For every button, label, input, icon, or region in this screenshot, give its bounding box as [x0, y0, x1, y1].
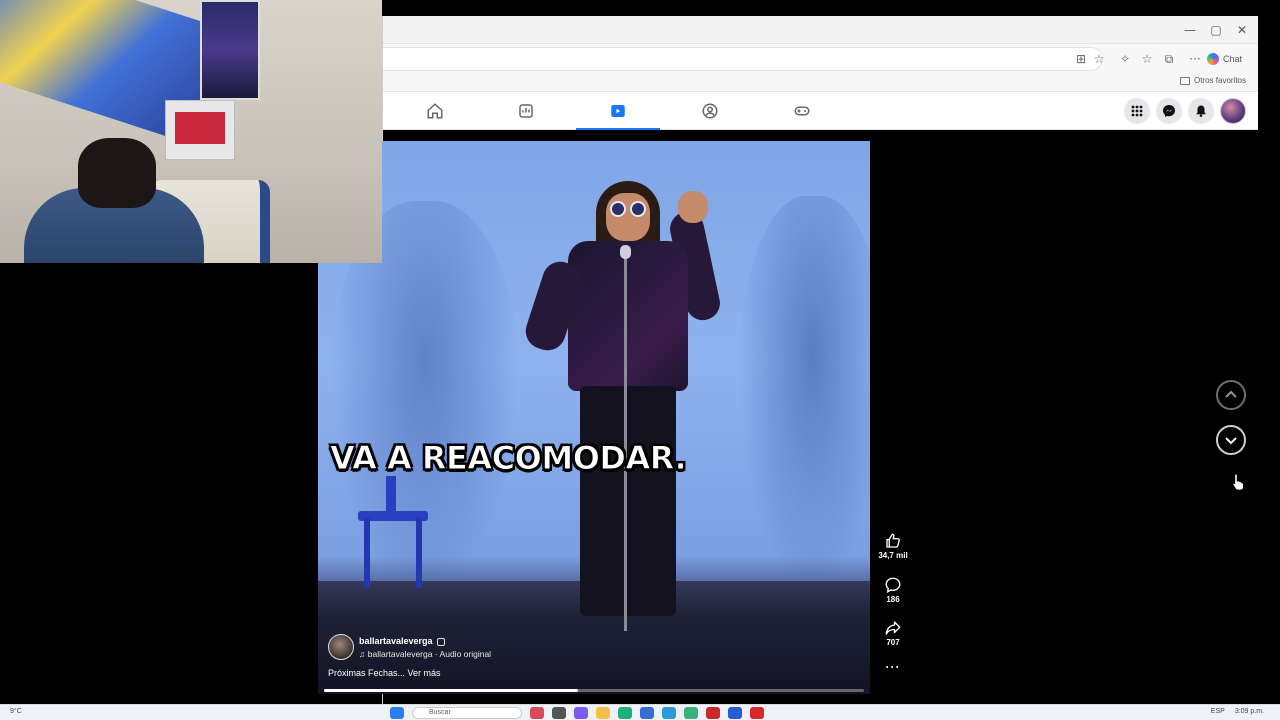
- tab-home[interactable]: [393, 92, 477, 130]
- language-indicator[interactable]: ESP: [1211, 708, 1225, 715]
- chevron-down-icon: [1225, 437, 1237, 445]
- favorites-bar: Otros favoritos: [383, 74, 1258, 92]
- copilot-button[interactable]: Chat: [1206, 50, 1242, 68]
- more-options-button[interactable]: ···: [877, 660, 909, 674]
- video-progress-bar[interactable]: [324, 689, 864, 692]
- address-bar: ⊞ ☆ ✧ ☆ ⧉ ··· Chat: [383, 44, 1258, 74]
- clock[interactable]: 3:09 p.m.: [1235, 708, 1264, 715]
- stage-shadow: [738, 196, 870, 596]
- store-icon: [519, 104, 533, 118]
- thumbs-up-icon: [886, 533, 900, 548]
- next-reel-button[interactable]: [1216, 425, 1246, 455]
- restore-button[interactable]: ▢: [1208, 22, 1224, 38]
- share-count: 707: [886, 638, 900, 647]
- wall-poster: [200, 0, 260, 100]
- gamepad-icon: [794, 106, 810, 116]
- tab-groups[interactable]: [668, 92, 752, 130]
- task-view-icon[interactable]: [552, 707, 566, 719]
- copilot-label: Chat: [1222, 54, 1242, 64]
- webcam-overlay: [0, 0, 382, 263]
- bell-icon: [1196, 105, 1206, 117]
- streamer-head: [78, 138, 156, 208]
- file-explorer-icon[interactable]: [596, 707, 610, 719]
- performer: [521, 181, 728, 681]
- more-menu-icon[interactable]: ···: [1187, 51, 1203, 67]
- share-icon: [885, 621, 901, 635]
- taskbar: 9°C Buscar ESP 3:09 p.m.: [0, 704, 1280, 720]
- app-icon[interactable]: [530, 707, 544, 719]
- other-favorites-label: Otros favoritos: [1193, 76, 1246, 85]
- comment-icon: [885, 577, 901, 594]
- app-icon[interactable]: [728, 707, 742, 719]
- app-available-icon[interactable]: ⊞: [1073, 51, 1089, 67]
- channel-avatar[interactable]: [328, 634, 354, 660]
- edge-icon[interactable]: [618, 707, 632, 719]
- extensions-icon[interactable]: ✧: [1117, 51, 1133, 67]
- video-progress-fill: [324, 689, 578, 692]
- stool: [358, 476, 428, 588]
- video-icon: [611, 105, 625, 117]
- follow-icon[interactable]: [436, 637, 445, 646]
- system-tray: ESP 3:09 p.m.: [1211, 708, 1264, 715]
- comment-count: 186: [886, 595, 900, 604]
- mail-icon[interactable]: [706, 707, 720, 719]
- groups-icon: [702, 103, 718, 119]
- app-icon[interactable]: [750, 707, 764, 719]
- previous-reel-button[interactable]: [1216, 380, 1246, 410]
- profile-icon[interactable]: [1163, 50, 1179, 66]
- store-app-icon[interactable]: [640, 707, 654, 719]
- taskbar-search[interactable]: Buscar: [412, 707, 522, 719]
- menu-button[interactable]: [1124, 98, 1150, 124]
- favorites-icon[interactable]: ☆: [1139, 51, 1155, 67]
- like-count: 34,7 mil: [878, 551, 908, 560]
- url-input[interactable]: [383, 47, 1103, 71]
- minimize-button[interactable]: —: [1182, 22, 1198, 38]
- copilot-app-icon[interactable]: [574, 707, 588, 719]
- desktop: — ▢ ✕ ⊞ ☆ ✧ ☆ ⧉ ··· Chat Otros favoritos: [0, 0, 1280, 720]
- start-icon[interactable]: [390, 707, 404, 719]
- copilot-icon: [1206, 53, 1219, 65]
- facebook-navbar: [383, 92, 1258, 131]
- tab-gaming[interactable]: [760, 92, 844, 130]
- grid-menu-icon: [1131, 105, 1143, 117]
- folder-icon: [1179, 76, 1190, 85]
- messenger-button[interactable]: [1156, 98, 1182, 124]
- reel-video[interactable]: VA A REACOMODAR. ballartavaleverga ♫ bal…: [318, 141, 870, 694]
- messenger-icon: [1163, 105, 1175, 117]
- chevron-up-icon: [1225, 390, 1237, 398]
- video-caption: VA A REACOMODAR.: [329, 439, 687, 478]
- browser-app-icon[interactable]: [662, 707, 676, 719]
- reel-description[interactable]: Próximas Fechas... Ver más: [328, 668, 441, 678]
- other-favorites[interactable]: Otros favoritos: [1179, 76, 1246, 85]
- like-button[interactable]: 34,7 mil: [877, 532, 909, 560]
- comment-button[interactable]: 186: [877, 576, 909, 604]
- favorite-star-icon[interactable]: ☆: [1091, 51, 1107, 67]
- channel-name[interactable]: ballartavaleverga: [359, 636, 445, 646]
- audio-label[interactable]: ♫ ballartavaleverga · Audio original: [359, 649, 491, 659]
- tab-marketplace[interactable]: [484, 92, 568, 130]
- hand-cursor-icon: [1232, 473, 1244, 491]
- weather-widget[interactable]: 9°C: [10, 708, 22, 715]
- channel-name-text: ballartavaleverga: [359, 636, 433, 646]
- red-box: [175, 112, 225, 144]
- share-button[interactable]: 707: [877, 619, 909, 647]
- taskbar-apps: Buscar: [390, 707, 764, 719]
- tab-reels[interactable]: [576, 92, 660, 131]
- app-icon[interactable]: [684, 707, 698, 719]
- notifications-button[interactable]: [1188, 98, 1214, 124]
- home-icon: [427, 103, 443, 119]
- account-avatar[interactable]: [1220, 98, 1246, 124]
- title-bar: — ▢ ✕: [383, 16, 1258, 44]
- close-button[interactable]: ✕: [1234, 22, 1250, 38]
